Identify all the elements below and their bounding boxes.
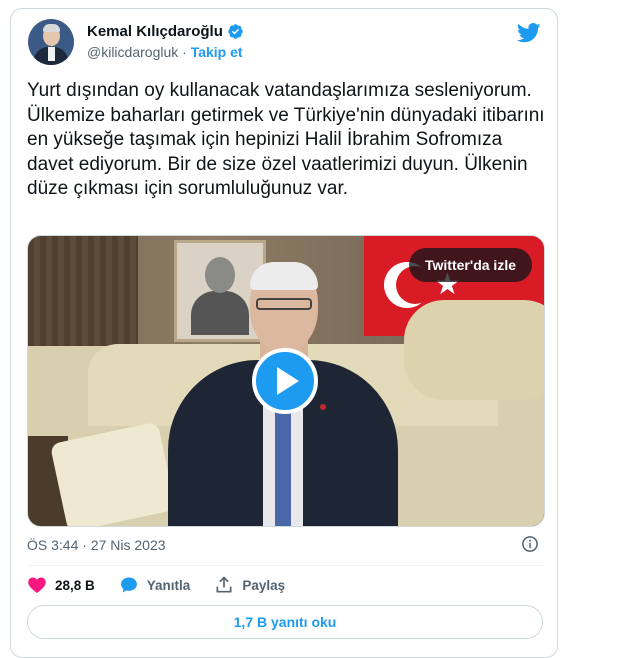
author-name-row[interactable]: Kemal Kılıçdaroğlu (87, 23, 244, 40)
share-label: Paylaş (242, 577, 286, 593)
tweet-card: Kemal Kılıçdaroğlu @kilicdarogluk · Taki… (10, 8, 558, 658)
video-player[interactable]: ★ Twitter'da izle (27, 235, 545, 527)
like-button[interactable]: 28,8 B (27, 575, 95, 595)
heart-icon (28, 577, 46, 593)
follow-button[interactable]: Takip et (191, 44, 243, 60)
read-replies-button[interactable]: 1,7 B yanıtı oku (27, 605, 543, 639)
twitter-bird-icon[interactable] (517, 23, 541, 43)
author-name[interactable]: Kemal Kılıçdaroğlu (87, 23, 223, 40)
author-handle[interactable]: @kilicdarogluk (87, 44, 178, 60)
verified-badge-icon (228, 24, 243, 39)
handle-row: @kilicdarogluk · Takip et (87, 44, 243, 60)
tweet-timestamp[interactable]: ÖS 3:44 · 27 Nis 2023 (27, 537, 166, 553)
share-button[interactable]: Paylaş (214, 575, 285, 595)
play-button[interactable] (252, 348, 318, 414)
reply-label: Yanıtla (146, 577, 191, 593)
divider (27, 565, 543, 566)
share-icon (216, 576, 232, 593)
action-bar: 28,8 B Yanıtla Paylaş (27, 575, 285, 595)
tweet-text: Yurt dışından oy kullanacak vatandaşları… (27, 80, 550, 200)
reply-button[interactable]: Yanıtla (119, 575, 191, 595)
avatar[interactable] (28, 19, 74, 65)
info-icon[interactable] (521, 535, 539, 553)
watch-on-twitter-button[interactable]: Twitter'da izle (409, 248, 532, 282)
reply-bubble-icon (120, 577, 137, 593)
separator-dot: · (182, 44, 187, 60)
like-count: 28,8 B (55, 577, 95, 593)
play-icon (276, 367, 299, 395)
